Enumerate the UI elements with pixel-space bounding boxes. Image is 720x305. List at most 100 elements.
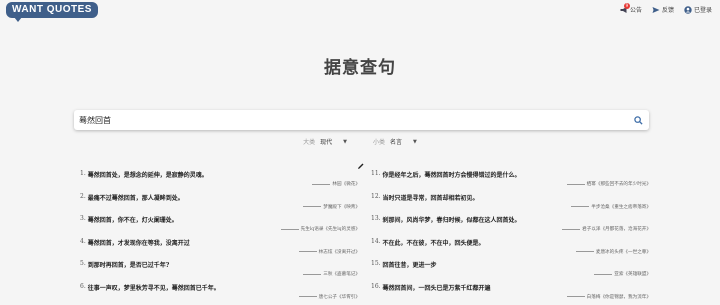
list-item: 15.回首往昔，更进一步 亚索《英雄联盟》 bbox=[371, 260, 651, 283]
quote-text[interactable]: 3.蓦然回首，你不在，灯火阑珊处。 bbox=[80, 215, 360, 224]
quote-source: 林园《微花》 bbox=[312, 181, 360, 187]
list-item: 1.蓦然回首处，是想念的延伸，是寂静的灵魂。 林园《微花》 bbox=[80, 170, 360, 193]
source-text: 亚索《英雄联盟》 bbox=[614, 271, 651, 277]
source-text: 林园《微花》 bbox=[332, 181, 360, 187]
quote-content: 你是经年之后，蓦然回首时方会慢得错过的是什么。 bbox=[383, 170, 521, 179]
source-text: 君子以泽《月都花落，沧海花开》 bbox=[582, 226, 651, 232]
quote-number: 3. bbox=[80, 215, 86, 224]
search-box bbox=[74, 110, 649, 130]
quote-number: 6. bbox=[80, 283, 86, 292]
quote-text[interactable]: 4.蓦然回首，才发现你在等我，没离开过 bbox=[80, 238, 360, 247]
quote-content: 蓦然回首，你不在，灯火阑珊处。 bbox=[88, 215, 178, 224]
subcategory-select[interactable]: 小类 名言 ▼ bbox=[373, 137, 417, 146]
list-item: 3.蓦然回首，你不在，灯火阑珊处。 先生lq语录《先生lq的灵感》 bbox=[80, 215, 360, 238]
quote-content: 蓦然回首，才发现你在等我，没离开过 bbox=[88, 238, 190, 247]
quote-source: 半步沧桑《重生之痞帝落寄》 bbox=[571, 204, 651, 210]
category-select[interactable]: 大类 现代 ▼ bbox=[303, 137, 347, 146]
megaphone-icon: 9 bbox=[620, 6, 628, 14]
quote-source: 三秋《盗墓笔记》 bbox=[303, 271, 360, 277]
quote-text[interactable]: 1.蓦然回首处，是想念的延伸，是寂静的灵魂。 bbox=[80, 170, 360, 179]
quote-text[interactable]: 2.最痛不过蓦然回首，那人凝眸到处。 bbox=[80, 193, 360, 202]
quote-text[interactable]: 15.回首往昔，更进一步 bbox=[371, 260, 651, 269]
quote-text[interactable]: 11.你是经年之后，蓦然回首时方会慢得错过的是什么。 bbox=[371, 170, 651, 179]
nav-user-label: 已登录 bbox=[694, 5, 712, 14]
quote-number: 13. bbox=[371, 215, 381, 224]
quote-source: 栖幂《那些回不去的年少时光》 bbox=[567, 181, 651, 187]
source-text: 半步沧桑《重生之痞帝落寄》 bbox=[591, 204, 651, 210]
quote-source: 先生lq语录《先生lq的灵感》 bbox=[281, 226, 360, 232]
quote-source: 君子以泽《月都花落，沧海花开》 bbox=[562, 226, 651, 232]
chevron-down-icon: ▼ bbox=[343, 139, 347, 145]
subcategory-label: 小类 bbox=[373, 137, 385, 146]
quote-text[interactable]: 12.当时只道是寻常，回首却相若初见。 bbox=[371, 193, 651, 202]
list-item: 16.蓦然回首间，一回头已是万紫千红都开遍 白落梅《你是锦瑟，我为流年》 bbox=[371, 283, 651, 305]
source-text: 白落梅《你是锦瑟，我为流年》 bbox=[587, 294, 651, 300]
list-item: 2.最痛不过蓦然回首，那人凝眸到处。 梦魔殿下《映青》 bbox=[80, 193, 360, 216]
search-input[interactable] bbox=[74, 110, 631, 130]
list-item: 14.不在此，不在彼，不在中，回头便是。 麦唐冰的头疼《一世之尊》 bbox=[371, 238, 651, 261]
quote-number: 15. bbox=[371, 260, 381, 269]
quote-content: 蓦然回首间，一回头已是万紫千红都开遍 bbox=[383, 283, 491, 292]
quote-number: 12. bbox=[371, 193, 381, 202]
quote-content: 最痛不过蓦然回首，那人凝眸到处。 bbox=[88, 193, 184, 202]
quote-content: 回首往昔，更进一步 bbox=[383, 260, 437, 269]
source-text: 麦唐冰的头疼《一世之尊》 bbox=[596, 249, 651, 255]
category-value: 现代 bbox=[320, 137, 332, 146]
source-text: 三秋《盗墓笔记》 bbox=[323, 271, 360, 277]
quote-content: 当时只道是寻常，回首却相若初见。 bbox=[383, 193, 479, 202]
results-right-column: 11.你是经年之后，蓦然回首时方会慢得错过的是什么。 栖幂《那些回不去的年少时光… bbox=[371, 170, 651, 305]
source-text: 唐七公子《华胥引》 bbox=[319, 294, 360, 300]
results-left-column: 1.蓦然回首处，是想念的延伸，是寂静的灵魂。 林园《微花》 2.最痛不过蓦然回首… bbox=[80, 170, 360, 305]
nav-announcement[interactable]: 9 公告 bbox=[620, 5, 642, 14]
quote-number: 14. bbox=[371, 238, 381, 247]
quote-number: 16. bbox=[371, 283, 381, 292]
source-text: 栖幂《那些回不去的年少时光》 bbox=[587, 181, 651, 187]
list-item: 4.蓦然回首，才发现你在等我，没离开过 林志炫《没离开过》 bbox=[80, 238, 360, 261]
nav-user[interactable]: 已登录 bbox=[684, 5, 712, 14]
quote-text[interactable]: 16.蓦然回首间，一回头已是万紫千红都开遍 bbox=[371, 283, 651, 292]
pencil-icon[interactable] bbox=[357, 155, 365, 163]
quote-content: 刹那间，风尚华梦，春归时候，似都在这人回首处。 bbox=[383, 215, 521, 224]
logo[interactable]: WANT QUOTES bbox=[6, 2, 98, 18]
filter-bar: 大类 现代 ▼ 小类 名言 ▼ bbox=[0, 137, 720, 146]
quote-text[interactable]: 13.刹那间，风尚华梦，春归时候，似都在这人回首处。 bbox=[371, 215, 651, 224]
quote-text[interactable]: 14.不在此，不在彼，不在中，回头便是。 bbox=[371, 238, 651, 247]
quote-source: 林志炫《没离开过》 bbox=[299, 249, 360, 255]
list-item: 11.你是经年之后，蓦然回首时方会慢得错过的是什么。 栖幂《那些回不去的年少时光… bbox=[371, 170, 651, 193]
search-icon[interactable] bbox=[631, 113, 645, 127]
list-item: 12.当时只道是寻常，回首却相若初见。 半步沧桑《重生之痞帝落寄》 bbox=[371, 193, 651, 216]
nav-feedback[interactable]: 反馈 bbox=[652, 5, 674, 14]
quote-source: 唐七公子《华胥引》 bbox=[299, 294, 360, 300]
source-text: 先生lq语录《先生lq的灵感》 bbox=[301, 226, 360, 232]
quote-content: 到那时再回首，是否已过千年? bbox=[88, 260, 170, 269]
source-text: 林志炫《没离开过》 bbox=[319, 249, 360, 255]
send-icon bbox=[652, 6, 660, 14]
quote-content: 不在此，不在彼，不在中，回头便是。 bbox=[383, 238, 485, 247]
page-title: 据意查句 bbox=[0, 53, 720, 78]
list-item: 6.往事一声叹，梦里秋芳寻不见，蓦然回首已千年。 唐七公子《华胥引》 bbox=[80, 283, 360, 305]
list-item: 13.刹那间，风尚华梦，春归时候，似都在这人回首处。 君子以泽《月都花落，沧海花… bbox=[371, 215, 651, 238]
quote-content: 往事一声叹，梦里秋芳寻不见，蓦然回首已千年。 bbox=[88, 283, 220, 292]
quote-number: 5. bbox=[80, 260, 86, 269]
user-icon bbox=[684, 6, 692, 14]
quote-number: 1. bbox=[80, 170, 86, 179]
quote-number: 4. bbox=[80, 238, 86, 247]
quote-text[interactable]: 6.往事一声叹，梦里秋芳寻不见，蓦然回首已千年。 bbox=[80, 283, 360, 292]
quote-source: 亚索《英雄联盟》 bbox=[594, 271, 651, 277]
quote-source: 白落梅《你是锦瑟，我为流年》 bbox=[567, 294, 651, 300]
chevron-down-icon: ▼ bbox=[413, 139, 417, 145]
quote-number: 2. bbox=[80, 193, 86, 202]
category-label: 大类 bbox=[303, 137, 315, 146]
subcategory-value: 名言 bbox=[390, 137, 402, 146]
quote-text[interactable]: 5.到那时再回首，是否已过千年? bbox=[80, 260, 360, 269]
quote-number: 11. bbox=[371, 170, 381, 179]
quote-source: 麦唐冰的头疼《一世之尊》 bbox=[576, 249, 651, 255]
nav-announcement-label: 公告 bbox=[630, 5, 642, 14]
notification-badge: 9 bbox=[624, 3, 630, 9]
top-nav: 9 公告 反馈 已登录 bbox=[620, 5, 712, 14]
quote-content: 蓦然回首处，是想念的延伸，是寂静的灵魂。 bbox=[88, 170, 208, 179]
nav-feedback-label: 反馈 bbox=[662, 5, 674, 14]
source-text: 梦魔殿下《映青》 bbox=[323, 204, 360, 210]
quote-source: 梦魔殿下《映青》 bbox=[303, 204, 360, 210]
list-item: 5.到那时再回首，是否已过千年? 三秋《盗墓笔记》 bbox=[80, 260, 360, 283]
